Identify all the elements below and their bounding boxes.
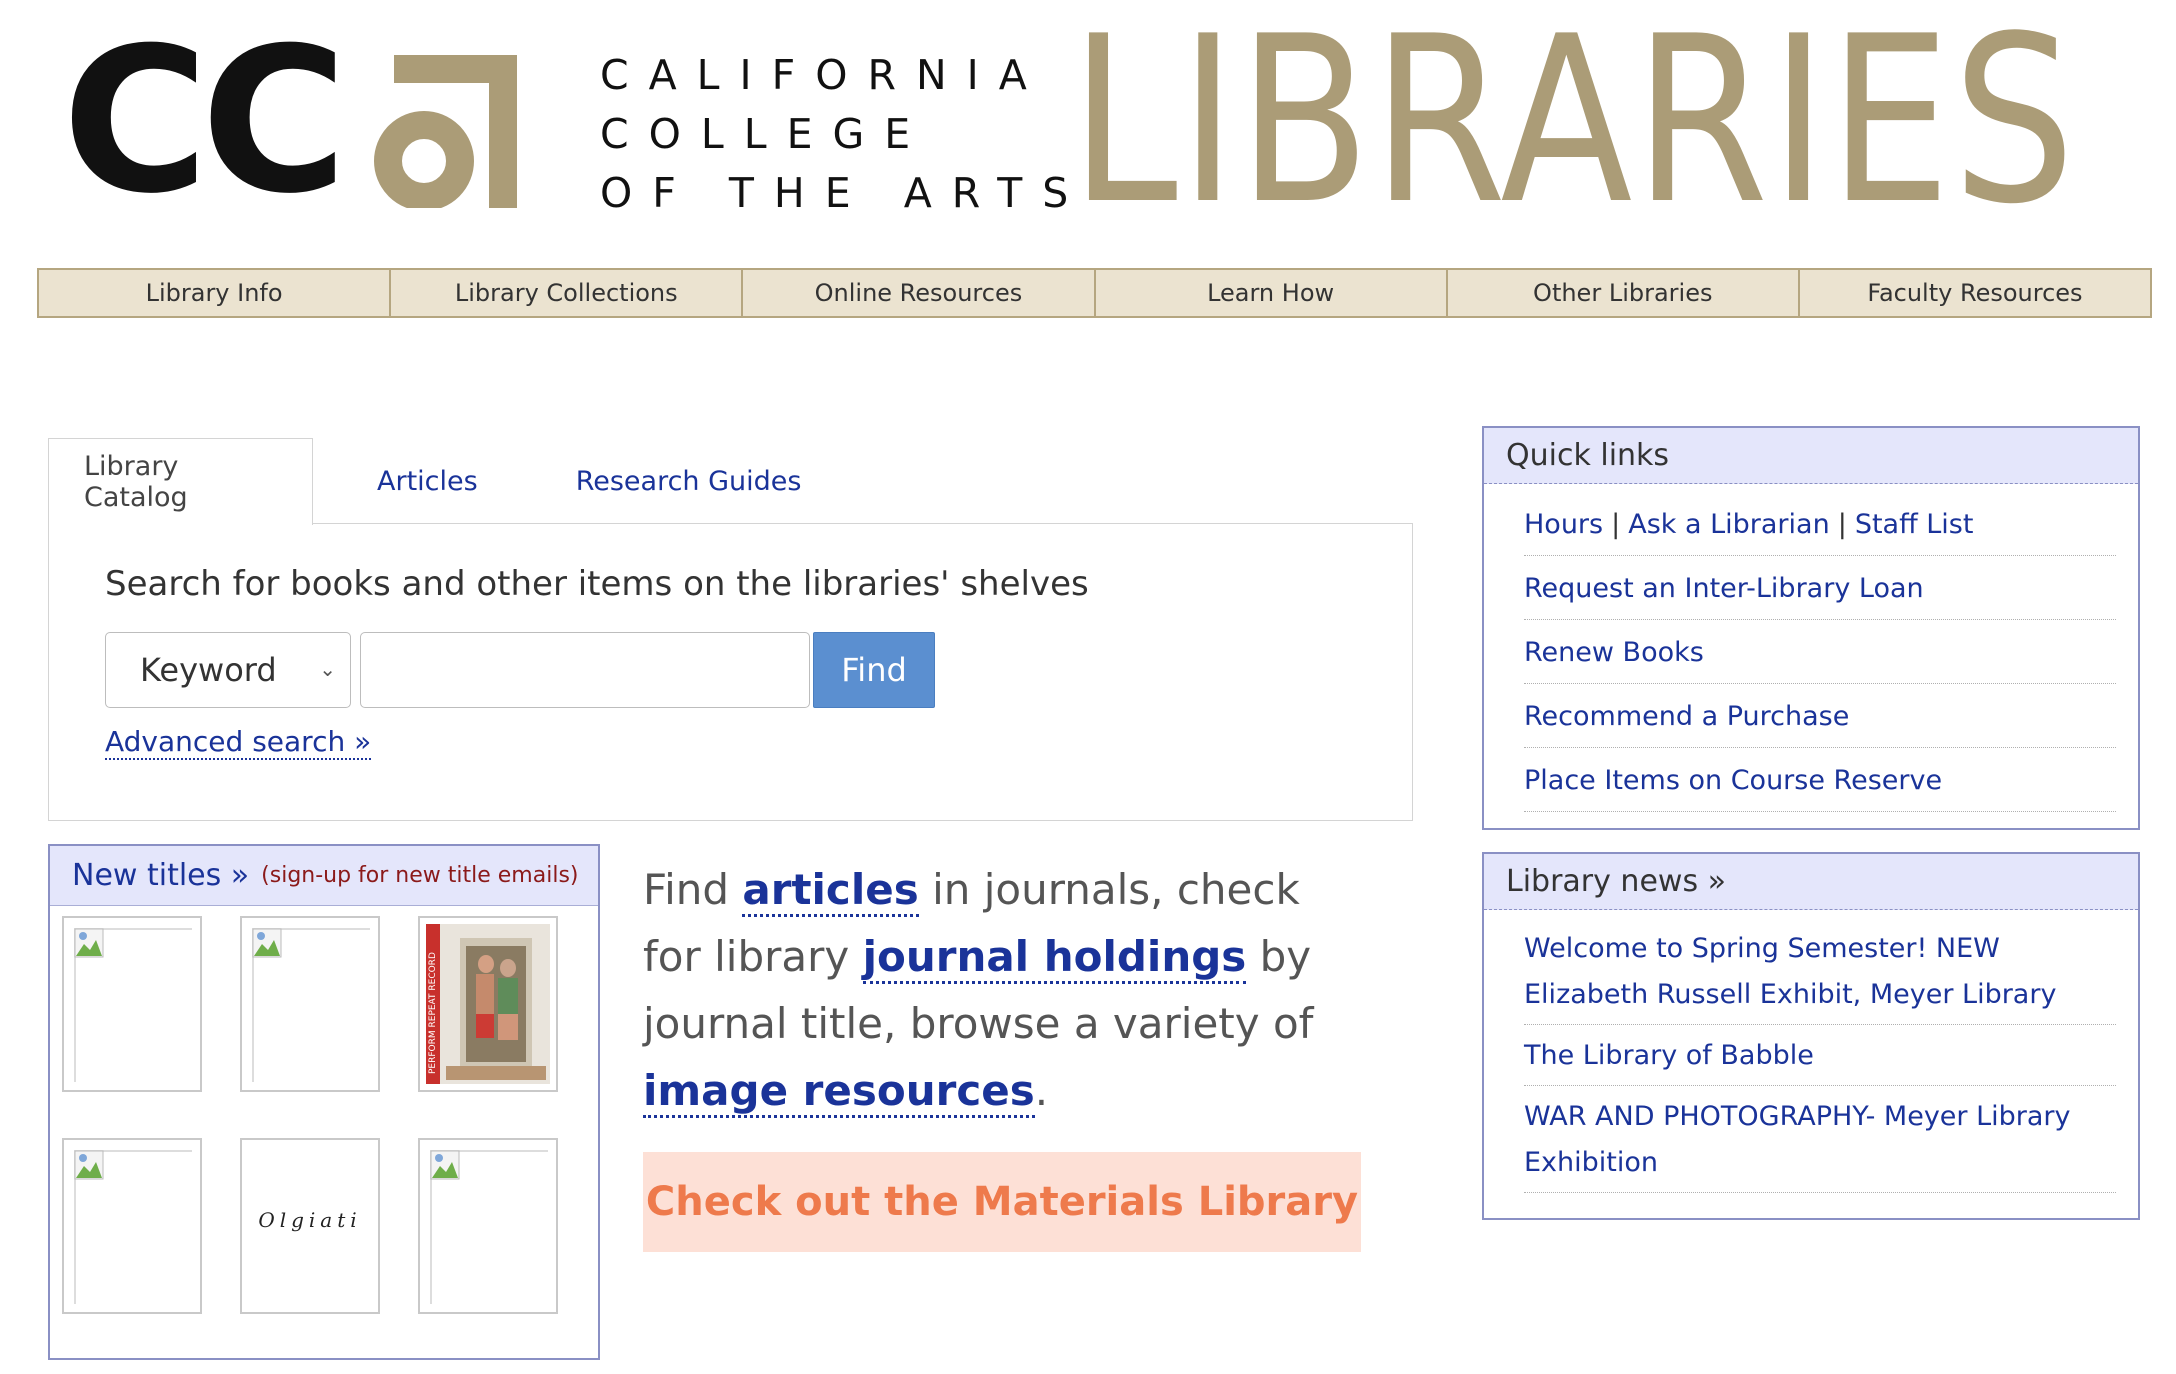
main-nav: Library Info Library Collections Online … bbox=[37, 268, 2152, 318]
staff-list-link[interactable]: Staff List bbox=[1855, 509, 1974, 540]
logo-libraries-word: LIBRARIES bbox=[1070, 0, 2077, 255]
new-titles-header: New titles » (sign-up for new title emai… bbox=[50, 846, 598, 906]
advanced-search-link[interactable]: Advanced search » bbox=[105, 726, 372, 760]
broken-image-icon bbox=[430, 1150, 460, 1180]
hours-link[interactable]: Hours bbox=[1524, 509, 1603, 540]
journal-holdings-link[interactable]: journal holdings bbox=[862, 932, 1247, 984]
quick-link-inter-library-loan[interactable]: Request an Inter-Library Loan bbox=[1524, 556, 2116, 620]
new-titles-link[interactable]: New titles » bbox=[72, 858, 249, 893]
separator: | bbox=[1611, 509, 1621, 540]
quick-links-box: Quick links Hours | Ask a Librarian | Staff … bbox=[1482, 426, 2140, 830]
new-titles-box: New titles » (sign-up for new title emai… bbox=[48, 844, 600, 1360]
nav-learn-how[interactable]: Learn How bbox=[1096, 270, 1448, 316]
quick-link-renew-books[interactable]: Renew Books bbox=[1524, 620, 2116, 684]
tab-research-guides[interactable]: Research Guides bbox=[478, 438, 802, 524]
tab-articles[interactable]: Articles bbox=[313, 438, 478, 524]
find-button[interactable]: Find bbox=[813, 632, 935, 708]
logo-college-line: CALIFORNIA bbox=[600, 51, 1047, 99]
logo-cc-letters: CC bbox=[62, 5, 348, 238]
materials-library-button[interactable]: Check out the Materials Library bbox=[643, 1152, 1361, 1252]
cca-a-logo-icon bbox=[374, 55, 517, 208]
search-tabs: Library Catalog Articles Research Guides bbox=[48, 438, 802, 525]
library-news-box: Library news » Welcome to Spring Semeste… bbox=[1482, 852, 2140, 1220]
resources-blurb: Find articles in journals, check for lib… bbox=[643, 856, 1363, 1124]
chevron-down-icon: ⌄ bbox=[319, 657, 336, 681]
nav-library-collections[interactable]: Library Collections bbox=[391, 270, 744, 316]
logo-college-name: CALIFORNIA COLLEGE OF THE ARTS bbox=[600, 46, 1088, 223]
tab-library-catalog[interactable]: Library Catalog bbox=[48, 438, 313, 525]
news-item[interactable]: The Library of Babble bbox=[1524, 1025, 2116, 1086]
articles-link[interactable]: articles bbox=[742, 865, 919, 917]
new-title-thumbnail[interactable] bbox=[418, 1138, 558, 1314]
search-heading: Search for books and other items on the … bbox=[105, 564, 1089, 604]
new-title-thumbnail[interactable] bbox=[62, 916, 202, 1092]
new-title-cover-olgiati[interactable]: Olgiati bbox=[240, 1138, 380, 1314]
new-title-cover-perform-repeat-record[interactable]: PERFORM REPEAT RECORD bbox=[418, 916, 558, 1092]
book-cover-image: PERFORM REPEAT RECORD bbox=[426, 924, 550, 1084]
news-item[interactable]: WAR AND PHOTOGRAPHY- Meyer Library Exhib… bbox=[1524, 1086, 2116, 1193]
quick-links-header: Quick links bbox=[1484, 428, 2138, 484]
nav-other-libraries[interactable]: Other Libraries bbox=[1448, 270, 1800, 316]
new-title-thumbnail[interactable] bbox=[240, 916, 380, 1092]
search-scope-value: Keyword bbox=[140, 651, 277, 689]
new-titles-signup-link[interactable]: (sign-up for new title emails) bbox=[261, 863, 578, 888]
nav-faculty-resources[interactable]: Faculty Resources bbox=[1800, 270, 2150, 316]
cover-spine-text: PERFORM REPEAT RECORD bbox=[428, 952, 438, 1074]
library-news-header[interactable]: Library news » bbox=[1484, 854, 2138, 910]
nav-online-resources[interactable]: Online Resources bbox=[743, 270, 1096, 316]
image-resources-link[interactable]: image resources bbox=[643, 1066, 1035, 1118]
search-input[interactable] bbox=[360, 632, 810, 708]
broken-image-icon bbox=[252, 928, 282, 958]
blurb-text: Find bbox=[643, 865, 743, 914]
library-news-list: Welcome to Spring Semester! NEW Elizabet… bbox=[1484, 910, 2138, 1193]
blurb-text: . bbox=[1034, 1066, 1049, 1115]
separator: | bbox=[1837, 509, 1847, 540]
site-logo[interactable]: CC CALIFORNIA COLLEGE OF THE ARTS LIBRAR… bbox=[0, 0, 2176, 260]
quick-links-list: Hours | Ask a Librarian | Staff List Request… bbox=[1484, 484, 2138, 812]
logo-college-line: OF THE ARTS bbox=[600, 169, 1089, 217]
ask-a-librarian-link[interactable]: Ask a Librarian bbox=[1628, 509, 1829, 540]
broken-image-icon bbox=[74, 1150, 104, 1180]
quick-link-course-reserve[interactable]: Place Items on Course Reserve bbox=[1524, 748, 2116, 812]
nav-library-info[interactable]: Library Info bbox=[39, 270, 392, 316]
quick-link-row: Hours | Ask a Librarian | Staff List bbox=[1524, 492, 2116, 556]
catalog-search-panel: Search for books and other items on the … bbox=[48, 523, 1413, 821]
new-title-thumbnail[interactable] bbox=[62, 1138, 202, 1314]
cover-olgiati-text: Olgiati bbox=[258, 1208, 362, 1232]
news-item[interactable]: Welcome to Spring Semester! NEW Elizabet… bbox=[1524, 918, 2116, 1025]
quick-link-recommend-purchase[interactable]: Recommend a Purchase bbox=[1524, 684, 2116, 748]
broken-image-icon bbox=[74, 928, 104, 958]
search-scope-select[interactable]: Keyword ⌄ bbox=[105, 632, 351, 708]
logo-college-line: COLLEGE bbox=[600, 110, 931, 158]
